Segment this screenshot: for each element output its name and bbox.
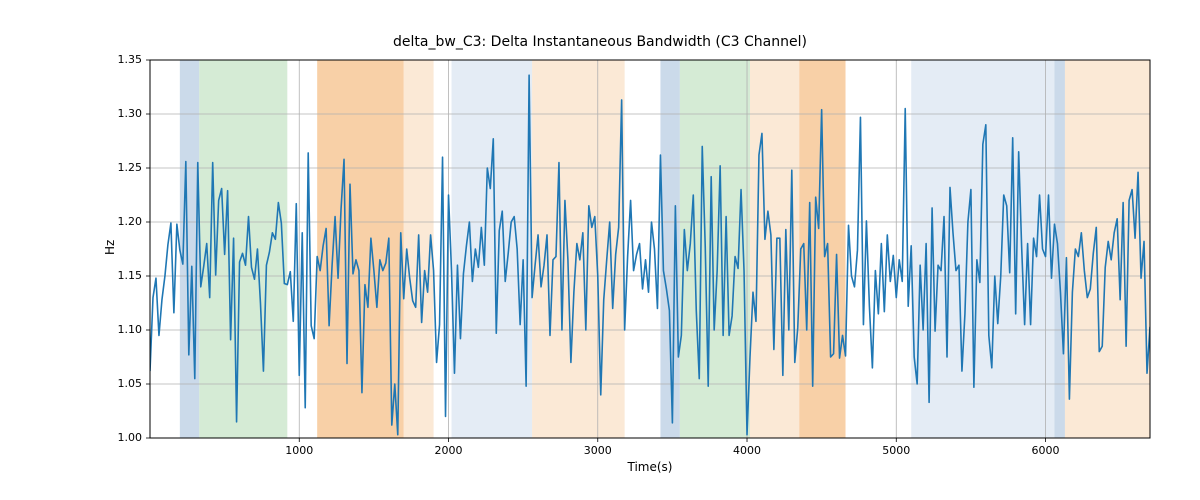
x-tick-label: 1000 [279, 444, 319, 457]
x-tick-label: 6000 [1026, 444, 1066, 457]
y-tick-label: 1.00 [118, 431, 143, 444]
chart-plot-area [0, 0, 1200, 500]
x-axis-label: Time(s) [150, 460, 1150, 474]
x-tick-label: 5000 [876, 444, 916, 457]
background-regions [180, 60, 1150, 438]
y-tick-label: 1.20 [118, 215, 143, 228]
y-tick-label: 1.10 [118, 323, 143, 336]
y-tick-label: 1.25 [118, 161, 143, 174]
y-axis-label: Hz [103, 240, 117, 255]
chart-title: delta_bw_C3: Delta Instantaneous Bandwid… [0, 34, 1200, 50]
x-tick-label: 4000 [727, 444, 767, 457]
x-tick-label: 2000 [429, 444, 469, 457]
y-tick-label: 1.30 [118, 107, 143, 120]
y-tick-label: 1.05 [118, 377, 143, 390]
x-tick-label: 3000 [578, 444, 618, 457]
y-tick-label: 1.35 [118, 53, 143, 66]
figure: delta_bw_C3: Delta Instantaneous Bandwid… [0, 0, 1200, 500]
y-tick-label: 1.15 [118, 269, 143, 282]
